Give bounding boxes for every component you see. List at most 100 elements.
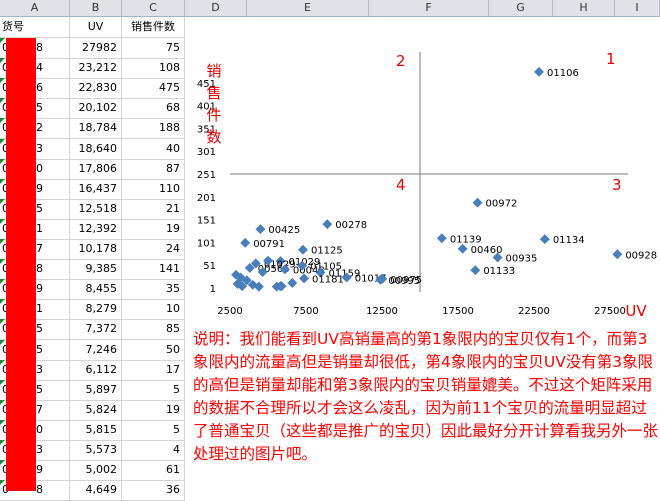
cell-item-no-suffix: 5	[36, 322, 43, 336]
cell-sales[interactable]: 108	[122, 58, 185, 80]
cell-uv[interactable]: 5,824	[70, 399, 122, 421]
cell-uv[interactable]: 5,897	[70, 379, 122, 401]
cell-item-no-suffix: 6	[36, 81, 43, 95]
column-header-I[interactable]: I	[615, 0, 660, 17]
cell-uv[interactable]: 16,437	[70, 178, 122, 200]
data-point-label: 00995	[388, 276, 420, 287]
cell-uv[interactable]: 23,212	[70, 58, 122, 80]
y-tick-label: 1	[210, 284, 216, 295]
cell-uv[interactable]: 8,279	[70, 299, 122, 321]
cell-item-no-suffix: 3	[36, 141, 43, 155]
x-tick-label: 27500	[594, 306, 626, 317]
cell-item-no-suffix: 9	[36, 282, 43, 296]
x-axis-label: UV	[625, 302, 647, 320]
cell-item-no-suffix: 8	[36, 483, 43, 497]
data-point-label: 01181	[312, 274, 344, 285]
column-header-A[interactable]: A	[0, 0, 70, 17]
cell-sales[interactable]: 5	[122, 379, 185, 401]
data-point-label: 01139	[450, 234, 482, 245]
data-point-label: 00425	[268, 225, 300, 236]
column-header-G[interactable]: G	[489, 0, 553, 17]
cell-item-no-suffix: 0	[36, 422, 43, 436]
cell-sales[interactable]: 61	[122, 460, 185, 482]
cell-uv[interactable]: 22,830	[70, 78, 122, 100]
cell-uv[interactable]: 27982	[70, 38, 122, 59]
cell-item-no-suffix: 3	[36, 362, 43, 376]
column-header-F[interactable]: F	[369, 0, 489, 17]
column-header-B[interactable]: B	[70, 0, 122, 17]
data-point-label: 00791	[253, 239, 285, 250]
cell-sales[interactable]: 24	[122, 239, 185, 260]
cell-uv[interactable]: 6,112	[70, 359, 122, 381]
cell-sales[interactable]: 10	[122, 299, 185, 321]
column-header-E[interactable]: E	[247, 0, 369, 17]
data-point-label: 01134	[553, 235, 585, 246]
redaction-bar	[6, 38, 36, 491]
cell-sales[interactable]: 50	[122, 339, 185, 361]
cell-sales[interactable]: 75	[122, 38, 185, 59]
cell-uv[interactable]: 5,002	[70, 460, 122, 482]
cell-sales[interactable]: 21	[122, 198, 185, 220]
cell-sales[interactable]: 141	[122, 259, 185, 281]
cell-uv[interactable]: 7,246	[70, 339, 122, 361]
y-axis-label-char: 售	[206, 84, 221, 102]
cell-sales[interactable]: 35	[122, 279, 185, 301]
cell-sales[interactable]: 40	[122, 138, 185, 160]
cell-uv[interactable]: 9,385	[70, 259, 122, 281]
cell-item-no-suffix: 1	[36, 302, 43, 316]
cell-item-no-suffix: 5	[36, 342, 43, 356]
cell-sales[interactable]: 4	[122, 440, 185, 461]
data-point-label: 01106	[547, 68, 579, 79]
quadrant-label-4: 4	[396, 176, 406, 194]
cell-sales[interactable]: 475	[122, 78, 185, 100]
cell-item-no-suffix: 4	[36, 61, 43, 75]
cell-sales[interactable]: 85	[122, 319, 185, 341]
cell-item-no-suffix: 5	[36, 382, 43, 396]
cell-sales[interactable]: 5	[122, 419, 185, 441]
cell-uv[interactable]: 17,806	[70, 158, 122, 180]
cell-uv[interactable]: 20,102	[70, 98, 122, 120]
cell-item-no-suffix: 3	[36, 443, 43, 456]
cell-item-no-suffix: 7	[36, 242, 43, 255]
cell-uv[interactable]: 12,392	[70, 218, 122, 240]
quadrant-label-1: 1	[606, 50, 616, 68]
column-header-C[interactable]: C	[122, 0, 185, 17]
error-indicator-icon	[0, 98, 5, 104]
cell-header-uv[interactable]: UV	[70, 17, 122, 38]
cell-sales[interactable]: 87	[122, 158, 185, 180]
cell-sales[interactable]: 68	[122, 98, 185, 120]
cell-uv[interactable]: 5,815	[70, 419, 122, 441]
cell-uv[interactable]: 18,640	[70, 138, 122, 160]
cell-uv[interactable]: 5,573	[70, 440, 122, 461]
cell-item-no-suffix: 9	[36, 463, 43, 477]
scatter-chart[interactable]: 1511011512012513013514014512500 7500 12500…	[188, 38, 660, 326]
cell-uv[interactable]: 12,518	[70, 198, 122, 220]
quadrant-label-3: 3	[612, 176, 622, 194]
y-tick-label: 151	[197, 216, 216, 227]
cell-uv[interactable]: 10,178	[70, 239, 122, 260]
error-indicator-icon	[0, 419, 5, 425]
cell-header-sales[interactable]: 销售件数	[122, 17, 185, 38]
y-tick-label: 201	[197, 193, 216, 204]
error-indicator-icon	[0, 399, 5, 405]
cell-sales[interactable]: 19	[122, 399, 185, 421]
cell-sales[interactable]: 19	[122, 218, 185, 240]
cell-item-no-suffix: 5	[36, 201, 43, 215]
data-point-label: 00928	[625, 250, 657, 261]
column-header-H[interactable]: H	[553, 0, 615, 17]
cell-header-item-no[interactable]: 货号	[0, 17, 70, 38]
cell-item-no-suffix: 2	[36, 121, 43, 135]
column-header-D[interactable]: D	[185, 0, 247, 17]
cell-uv[interactable]: 7,372	[70, 319, 122, 341]
y-tick-label: 51	[203, 261, 216, 272]
cell-uv[interactable]: 18,784	[70, 118, 122, 140]
cell-uv[interactable]: 8,455	[70, 279, 122, 301]
cell-item-no-suffix: 1	[36, 221, 43, 235]
cell-sales[interactable]: 17	[122, 359, 185, 381]
cell-sales[interactable]: 188	[122, 118, 185, 140]
x-tick-label: 17500	[442, 306, 474, 317]
cell-sales[interactable]: 110	[122, 178, 185, 200]
error-indicator-icon	[0, 158, 5, 164]
error-indicator-icon	[0, 299, 5, 305]
cell-item-no-suffix: 0	[36, 161, 43, 175]
